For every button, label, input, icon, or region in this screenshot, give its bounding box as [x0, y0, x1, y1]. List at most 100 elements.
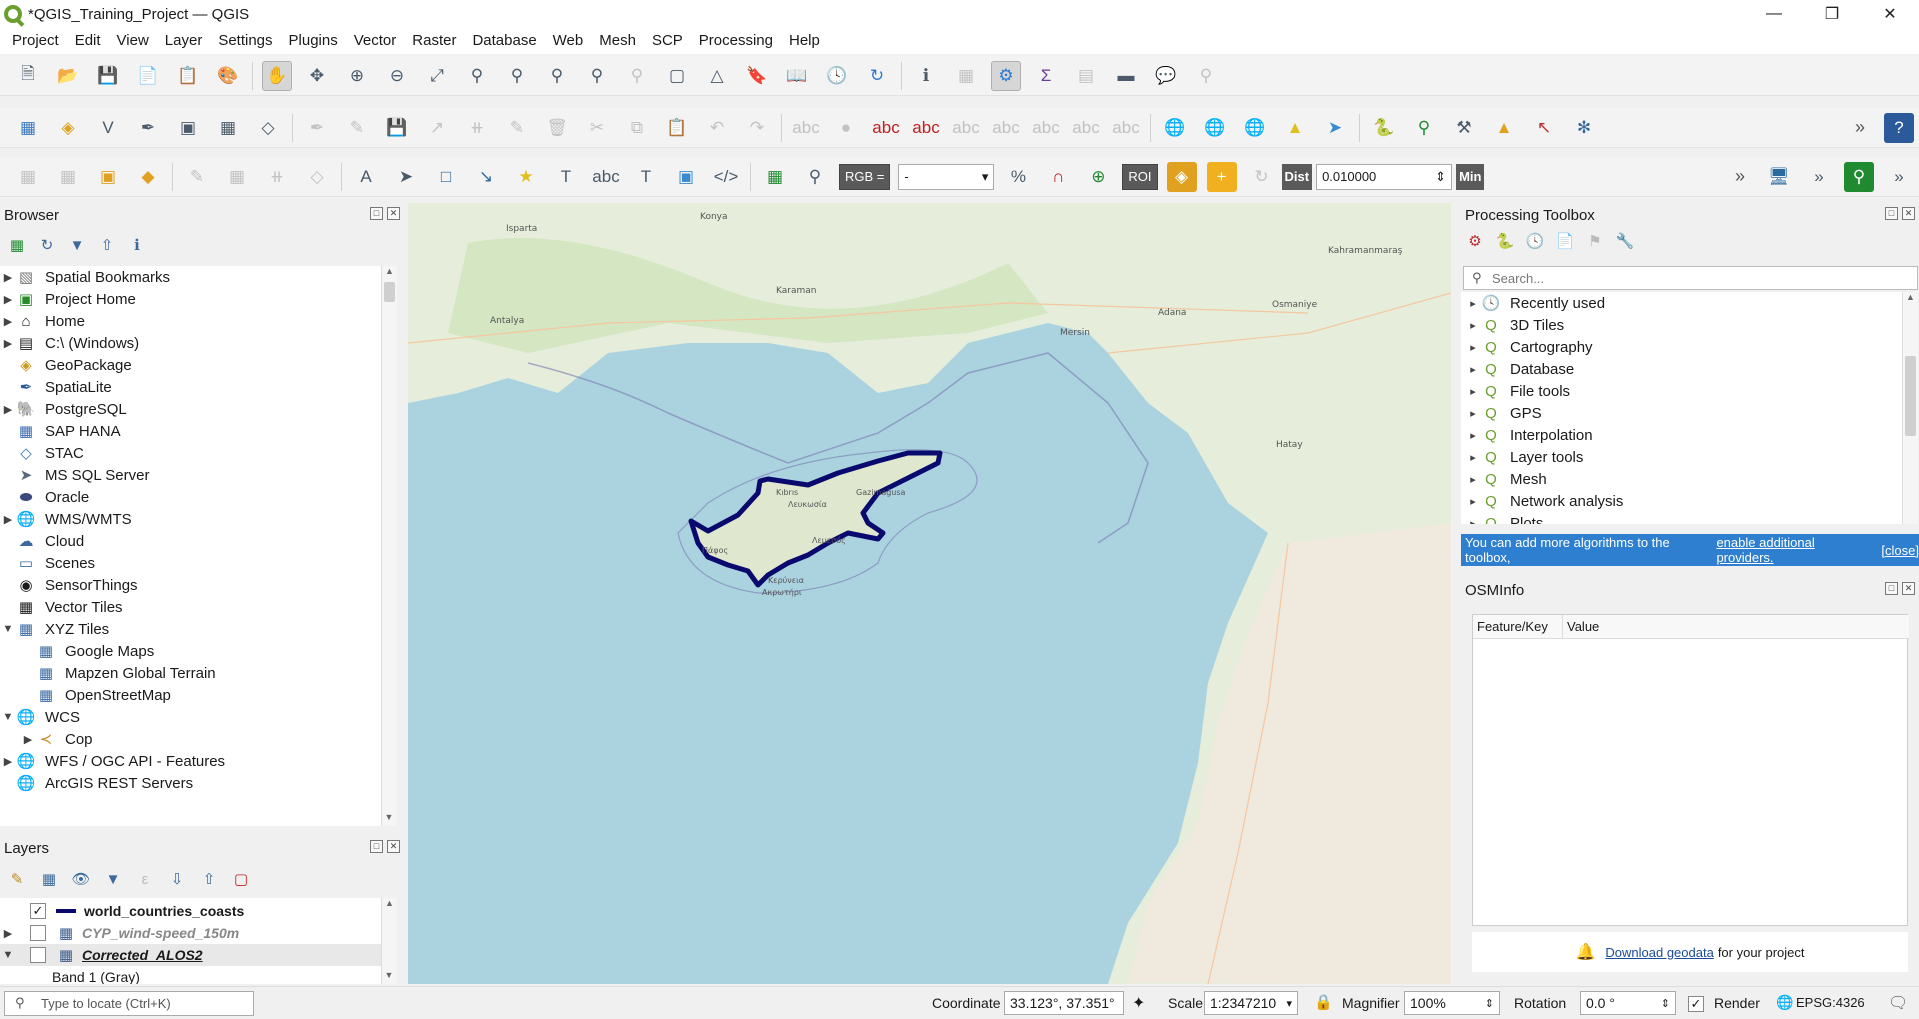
modify-attributes-icon[interactable]: ✎ — [502, 113, 532, 143]
menu-vector[interactable]: Vector — [346, 28, 405, 54]
field-calculator-icon[interactable]: ▤ — [1071, 61, 1101, 91]
new-3d-map-view-icon[interactable]: △ — [702, 61, 732, 91]
vertex-tool-icon[interactable]: ⧺ — [462, 113, 492, 143]
raster-grid-icon[interactable]: ▦ — [213, 113, 243, 143]
filter-expression-icon[interactable]: ε — [136, 870, 154, 888]
processing-search-input[interactable]: ⚲ Search... — [1463, 266, 1918, 290]
polygon-annotation-icon[interactable]: □ — [431, 162, 461, 192]
tools-icon[interactable]: ⚒ — [1449, 113, 1479, 143]
paste-features-icon[interactable]: 📋 — [662, 113, 692, 143]
processing-history-icon[interactable]: 🕓 — [1526, 232, 1545, 250]
close-processing-icon[interactable]: ✕ — [1902, 207, 1915, 220]
enable-providers-link[interactable]: enable additional providers. — [1716, 535, 1871, 565]
menu-view[interactable]: View — [109, 28, 157, 54]
tree-item-wms-wmts[interactable]: ▶ 🌐 WMS/WMTS — [0, 508, 132, 530]
current-edits-icon[interactable]: ✒ — [302, 113, 332, 143]
show-hide-labels-icon[interactable]: abc — [911, 113, 941, 143]
geometry-checker-icon[interactable]: ▲ — [1280, 113, 1310, 143]
html-annotation-icon[interactable]: </> — [711, 162, 741, 192]
locator-input[interactable]: ⚲ Type to locate (Ctrl+K) — [4, 991, 254, 1016]
rotate-label-icon[interactable]: abc — [991, 113, 1021, 143]
add-shapefile-icon[interactable]: V — [93, 113, 123, 143]
scp-roi-icon[interactable]: ◈ — [1166, 161, 1197, 192]
pin-labels-icon[interactable]: abc — [871, 113, 901, 143]
advanced-digitize-icon[interactable]: ✎ — [182, 162, 212, 192]
expand-all-icon[interactable]: ⇩ — [168, 870, 186, 888]
magnifier-field[interactable]: 100% ⇕ — [1404, 991, 1500, 1015]
rect-text-icon[interactable]: T — [631, 162, 661, 192]
scp-add-roi-icon[interactable]: + — [1206, 161, 1237, 192]
proc-item-cartography[interactable]: ▸ Q Cartography — [1465, 336, 1592, 358]
filter-legend-icon[interactable]: ▼ — [104, 870, 122, 888]
proc-item-gps[interactable]: ▸ Q GPS — [1465, 402, 1541, 424]
toggle-editing-icon[interactable]: ✎ — [342, 113, 372, 143]
menu-settings[interactable]: Settings — [210, 28, 280, 54]
collapse-all-layers-icon[interactable]: ⇧ — [200, 870, 218, 888]
tree-item-mapzen-terrain[interactable]: ▦ Mapzen Global Terrain — [20, 662, 216, 684]
zoom-full-icon[interactable]: ⤢ — [422, 61, 452, 91]
coordinate-field[interactable]: 33.123°, 37.351° — [1004, 991, 1124, 1015]
layer-row-cyp-wind-speed[interactable]: ▶ ▦ CYP_wind-speed_150m — [0, 922, 239, 944]
tree-item-cop[interactable]: ▶ ≺ Cop — [20, 728, 93, 750]
manage-visibility-icon[interactable]: 👁 — [71, 870, 90, 888]
statistics-sigma-icon[interactable]: Σ — [1031, 61, 1061, 91]
proc-item-mesh[interactable]: ▸ Q Mesh — [1465, 468, 1546, 490]
menu-project[interactable]: Project — [4, 28, 67, 54]
wms-globe-icon[interactable]: 🌐 — [1200, 113, 1230, 143]
merge-features-icon[interactable]: ⧺ — [262, 162, 292, 192]
remove-layer-icon[interactable]: ▢ — [232, 870, 250, 888]
new-project-icon[interactable]: 🗎 — [13, 61, 43, 91]
restore-button[interactable]: ❐ — [1803, 0, 1861, 28]
plugin-select-icon[interactable]: ↖ — [1529, 113, 1559, 143]
messages-icon[interactable]: 🗨 — [1888, 993, 1908, 1013]
menu-edit[interactable]: Edit — [67, 28, 109, 54]
scp-redo-icon[interactable]: ↻ — [1247, 162, 1277, 192]
processing-edit-features-icon[interactable]: ⚑ — [1586, 232, 1604, 250]
select-arrow-icon[interactable]: ➤ — [391, 162, 421, 192]
open-attribute-table-icon[interactable]: ▦ — [951, 61, 981, 91]
show-bookmarks-icon[interactable]: 📖 — [782, 61, 812, 91]
data-source-manager-icon[interactable]: ▦ — [13, 113, 43, 143]
menu-database[interactable]: Database — [464, 28, 544, 54]
crs-globe-icon[interactable]: 🌐 — [1776, 994, 1793, 1011]
processing-options-icon[interactable]: 🔧 — [1616, 232, 1635, 250]
scp-main-icon[interactable]: ▦ — [760, 162, 790, 192]
zoom-native-icon[interactable]: ⚲ — [542, 61, 572, 91]
scp-percent-icon[interactable]: % — [1003, 162, 1033, 192]
reshape-icon[interactable]: ◇ — [302, 162, 332, 192]
redo-icon[interactable]: ↷ — [742, 113, 772, 143]
tree-item-vector-tiles[interactable]: ▦ Vector Tiles — [0, 596, 123, 618]
add-line-icon[interactable]: ↗ — [422, 113, 452, 143]
tree-item-sap-hana[interactable]: ▦ SAP HANA — [0, 420, 121, 442]
label-options-icon[interactable]: abc — [1111, 113, 1141, 143]
menu-plugins[interactable]: Plugins — [281, 28, 346, 54]
toolbox-gear-icon[interactable]: ⚙ — [991, 60, 1021, 91]
scp-zoom-icon[interactable]: ⚲ — [800, 162, 830, 192]
proc-item-network-analysis[interactable]: ▸ Q Network analysis — [1465, 490, 1623, 512]
filter-browser-icon[interactable]: ▼ — [68, 236, 86, 254]
new-print-layout-icon[interactable]: 📄 — [133, 61, 163, 91]
add-group-icon[interactable]: ▦ — [40, 870, 58, 888]
toolbar3-overflow2-icon[interactable]: » — [1804, 162, 1834, 192]
scroll-up-icon[interactable]: ▲ — [382, 266, 397, 280]
pan-map-icon[interactable]: ✋ — [262, 60, 292, 91]
search-locate-icon[interactable]: ⚲ — [1191, 61, 1221, 91]
locator-search-icon[interactable]: ⚲ — [1844, 161, 1874, 192]
menu-scp[interactable]: SCP — [644, 28, 691, 54]
col-feature-key[interactable]: Feature/Key — [1473, 615, 1563, 639]
diagram-tool-icon[interactable]: ● — [831, 113, 861, 143]
zoom-to-selection-icon[interactable]: ⚲ — [462, 61, 492, 91]
proc-item-plots[interactable]: ▸ Q Plots — [1465, 512, 1543, 525]
download-geodata-link[interactable]: Download geodata — [1605, 945, 1713, 960]
processing-results-icon[interactable]: 📄 — [1556, 232, 1575, 250]
zoom-to-layer-icon[interactable]: ⚲ — [502, 61, 532, 91]
layer-styling-icon[interactable]: ✎ — [8, 870, 26, 888]
properties-info-icon[interactable]: ℹ — [128, 236, 146, 254]
annotation-text-icon[interactable]: A — [351, 162, 381, 192]
save-project-icon[interactable]: 💾 — [93, 61, 123, 91]
menu-help[interactable]: Help — [781, 28, 828, 54]
picture-annotation-icon[interactable]: ▣ — [671, 162, 701, 192]
cut-features-icon[interactable]: ✂ — [582, 113, 612, 143]
tree-item-xyz-tiles[interactable]: ▼ ▦ XYZ Tiles — [0, 618, 110, 640]
add-selected-layers-icon[interactable]: ▦ — [8, 236, 26, 254]
